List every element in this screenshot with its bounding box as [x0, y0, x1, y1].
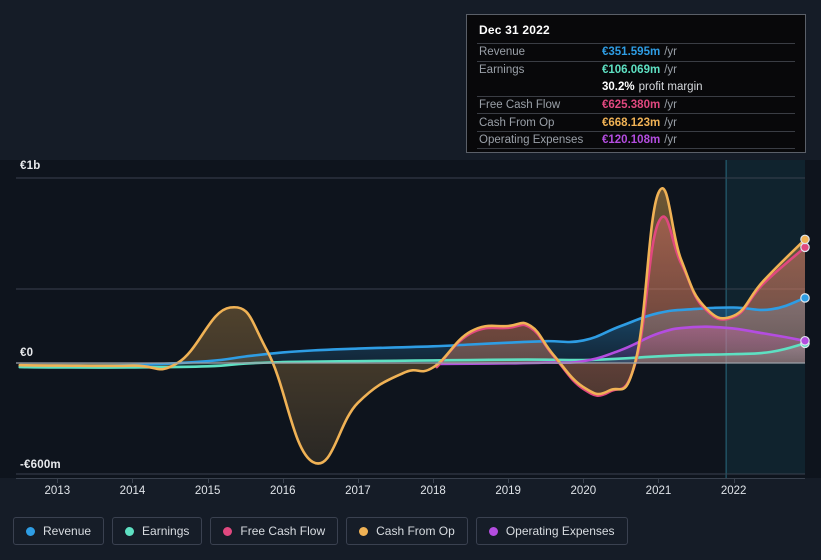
- data-tooltip: Dec 31 2022 Revenue €351.595m /yr Earnin…: [466, 14, 806, 153]
- legend-label: Free Cash Flow: [240, 524, 326, 538]
- tooltip-row-revenue: Revenue €351.595m /yr: [477, 43, 795, 61]
- x-axis-tick-2020: [583, 478, 585, 483]
- y-axis-label-0: €0: [20, 347, 34, 359]
- legend-color-dot-icon: [488, 526, 498, 536]
- x-axis-label-2017: 2017: [345, 485, 371, 497]
- chart-legend[interactable]: Revenue Earnings Free Cash Flow Cash From O…: [13, 517, 628, 545]
- x-axis-tick-2016: [282, 478, 284, 483]
- tooltip-profit-margin-value: 30.2%: [602, 80, 635, 93]
- tooltip-value-cash-from-op: €668.123m: [602, 116, 661, 129]
- tooltip-value-revenue: €351.595m: [602, 46, 661, 59]
- tooltip-label-cash-from-op: Cash From Op: [479, 116, 555, 129]
- legend-item-cash-from-op[interactable]: Cash From Op: [346, 517, 468, 545]
- y-axis-label-neg600m: -€600m: [20, 459, 61, 471]
- x-axis-label-2015: 2015: [194, 485, 221, 497]
- tooltip-label-operating-expenses: Operating Expenses: [479, 133, 584, 146]
- legend-label: Earnings: [142, 524, 190, 538]
- tooltip-profit-margin-label: profit margin: [638, 80, 703, 93]
- legend-item-earnings[interactable]: Earnings: [112, 517, 203, 545]
- legend-item-revenue[interactable]: Revenue: [13, 517, 105, 545]
- tooltip-unit-cash-from-op: /yr: [664, 116, 677, 129]
- legend-item-operating-expenses[interactable]: Operating Expenses: [475, 517, 628, 545]
- x-axis-label-2019: 2019: [495, 485, 521, 497]
- legend-label: Cash From Op: [376, 524, 455, 538]
- x-axis-tick-2018: [433, 478, 435, 483]
- chart-root: €1b €0 -€600m 2013 2014 2015 2016 2017 2018 20…: [0, 0, 821, 560]
- x-axis-tick-2014: [132, 478, 134, 483]
- x-axis-label-2020: 2020: [570, 485, 597, 497]
- x-axis-label-2014: 2014: [119, 485, 146, 497]
- tooltip-unit-operating-expenses: /yr: [664, 133, 677, 146]
- x-axis-tick-2019: [508, 478, 510, 483]
- x-axis-tick-2021: [658, 478, 660, 483]
- legend-color-dot-icon: [359, 526, 369, 536]
- tooltip-value-operating-expenses: €120.108m: [602, 133, 661, 146]
- tooltip-label-earnings: Earnings: [479, 63, 525, 76]
- x-axis-label-2016: 2016: [269, 485, 296, 497]
- chart-canvas[interactable]: [0, 160, 821, 478]
- x-axis-label-2013: 2013: [44, 485, 71, 497]
- tooltip-row-operating-expenses: Operating Expenses €120.108m /yr: [477, 130, 795, 149]
- tooltip-row-free-cash-flow: Free Cash Flow €625.380m /yr: [477, 95, 795, 114]
- legend-color-dot-icon: [26, 526, 35, 536]
- tooltip-unit-free-cash-flow: /yr: [664, 99, 677, 112]
- legend-item-free-cash-flow[interactable]: Free Cash Flow: [210, 517, 339, 545]
- x-axis-line: [16, 478, 805, 479]
- x-axis-label-2018: 2018: [420, 485, 446, 497]
- legend-color-dot-icon: [223, 526, 233, 536]
- legend-color-dot-icon: [125, 526, 135, 536]
- tooltip-label-revenue: Revenue: [479, 46, 526, 59]
- x-axis-label-2022: 2022: [720, 485, 747, 497]
- x-axis-tick-2015: [207, 478, 209, 483]
- legend-label: Revenue: [43, 524, 92, 538]
- tooltip-date: Dec 31 2022: [479, 23, 550, 37]
- tooltip-unit-revenue: /yr: [664, 46, 677, 59]
- x-axis-tick-2022: [733, 478, 735, 483]
- tooltip-value-free-cash-flow: €625.380m: [602, 99, 661, 112]
- x-axis-tick-2017: [357, 478, 359, 483]
- tooltip-unit-earnings: /yr: [664, 63, 677, 76]
- plot-area[interactable]: [0, 160, 821, 478]
- tooltip-label-free-cash-flow: Free Cash Flow: [479, 99, 561, 112]
- tooltip-row-profit-margin: 30.2% profit margin: [477, 78, 795, 96]
- legend-label: Operating Expenses: [505, 524, 615, 538]
- y-axis-label-1b: €1b: [20, 160, 41, 172]
- tooltip-row-earnings: Earnings €106.069m /yr: [477, 60, 795, 79]
- x-axis-tick-2013: [57, 478, 59, 483]
- x-axis-label-2021: 2021: [645, 485, 672, 497]
- tooltip-value-earnings: €106.069m: [602, 63, 661, 76]
- tooltip-row-cash-from-op: Cash From Op €668.123m /yr: [477, 113, 795, 131]
